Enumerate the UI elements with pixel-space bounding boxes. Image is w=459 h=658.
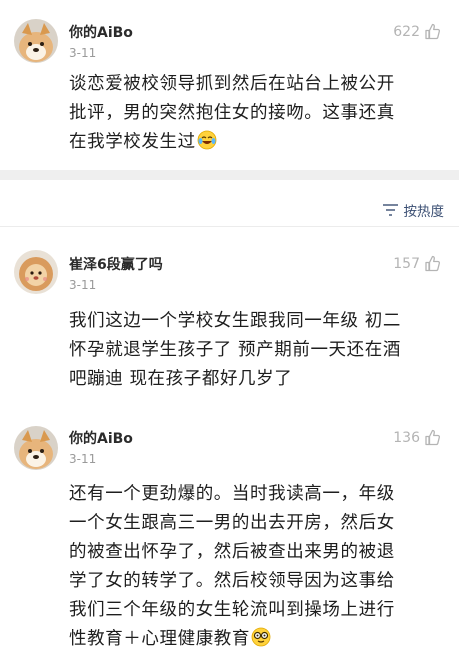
shiba-dog-avatar-icon	[14, 426, 58, 470]
comment-line: 批评，男的突然抱住女的接吻。这事还真	[69, 103, 395, 123]
comment-line: 还有一个更劲爆的。当时我读高一，年级	[69, 484, 395, 504]
laugh-cry-emoji-icon	[197, 130, 217, 160]
comment-date: 3-11	[69, 46, 97, 60]
sort-icon	[382, 204, 398, 216]
like-button[interactable]: 622	[393, 23, 441, 40]
like-button[interactable]: 157	[393, 255, 441, 272]
comment-line-with-emoji: 在我学校发生过	[69, 128, 447, 160]
comment-line: 我们三个年级的女生轮流叫到操场上进行	[69, 600, 395, 620]
comment-line: 性教育＋心理健康教育	[69, 629, 250, 649]
sort-by-hotness-button[interactable]: 按热度	[382, 200, 445, 220]
like-button[interactable]: 136	[393, 429, 441, 446]
thumbs-up-icon	[425, 429, 441, 446]
username[interactable]: 崔泽6段赢了吗	[69, 254, 163, 274]
avatar[interactable]	[14, 250, 58, 294]
comment-line: 在我学校发生过	[69, 132, 196, 152]
avatar[interactable]	[14, 19, 58, 63]
avatar[interactable]	[14, 426, 58, 470]
like-count: 622	[393, 23, 420, 40]
thumbs-up-icon	[425, 23, 441, 40]
comment-line: 的被查出怀孕了，然后被查出来男的被退	[69, 542, 395, 562]
like-count: 157	[393, 255, 420, 272]
like-count: 136	[393, 429, 420, 446]
username[interactable]: 你的AiBo	[69, 22, 133, 42]
comment-2: 崔泽6段赢了吗 3-11 157 我们这边一个学校女生跟我同一年级 初二 怀孕就…	[0, 226, 459, 410]
comment-line: 吧蹦迪 现在孩子都好几岁了	[69, 369, 293, 389]
comment-line: 学了女的转学了。然后校领导因为这事给	[69, 571, 395, 591]
comment-line: 我们这边一个学校女生跟我同一年级 初二	[69, 311, 401, 331]
comment-text: 我们这边一个学校女生跟我同一年级 初二 怀孕就退学生孩子了 预产期前一天还在酒 …	[69, 307, 447, 394]
comment-3: 你的AiBo 3-11 136 还有一个更劲爆的。当时我读高一，年级 一个女生跟…	[0, 410, 459, 658]
comment-date: 3-11	[69, 452, 97, 466]
comment-1: 你的AiBo 3-11 622 谈恋爱被校领导抓到然后在站台上被公开 批评，男的…	[0, 0, 459, 170]
comment-text: 谈恋爱被校领导抓到然后在站台上被公开 批评，男的突然抱住女的接吻。这事还真 在我…	[69, 70, 447, 160]
lion-toy-avatar-icon	[14, 250, 58, 294]
sort-label: 按热度	[403, 204, 445, 220]
comment-line: 怀孕就退学生孩子了 预产期前一天还在酒	[69, 340, 401, 360]
thumbs-up-icon	[425, 255, 441, 272]
username[interactable]: 你的AiBo	[69, 428, 133, 448]
comment-line: 谈恋爱被校领导抓到然后在站台上被公开	[69, 74, 395, 94]
shiba-dog-avatar-icon	[14, 19, 58, 63]
nerd-glasses-emoji-icon	[251, 627, 271, 657]
comment-line: 一个女生跟高三一男的出去开房，然后女	[69, 513, 395, 533]
comment-line-with-emoji: 性教育＋心理健康教育	[69, 625, 447, 657]
comment-date: 3-11	[69, 278, 97, 292]
section-divider	[0, 170, 459, 180]
comment-text: 还有一个更劲爆的。当时我读高一，年级 一个女生跟高三一男的出去开房，然后女 的被…	[69, 480, 447, 657]
